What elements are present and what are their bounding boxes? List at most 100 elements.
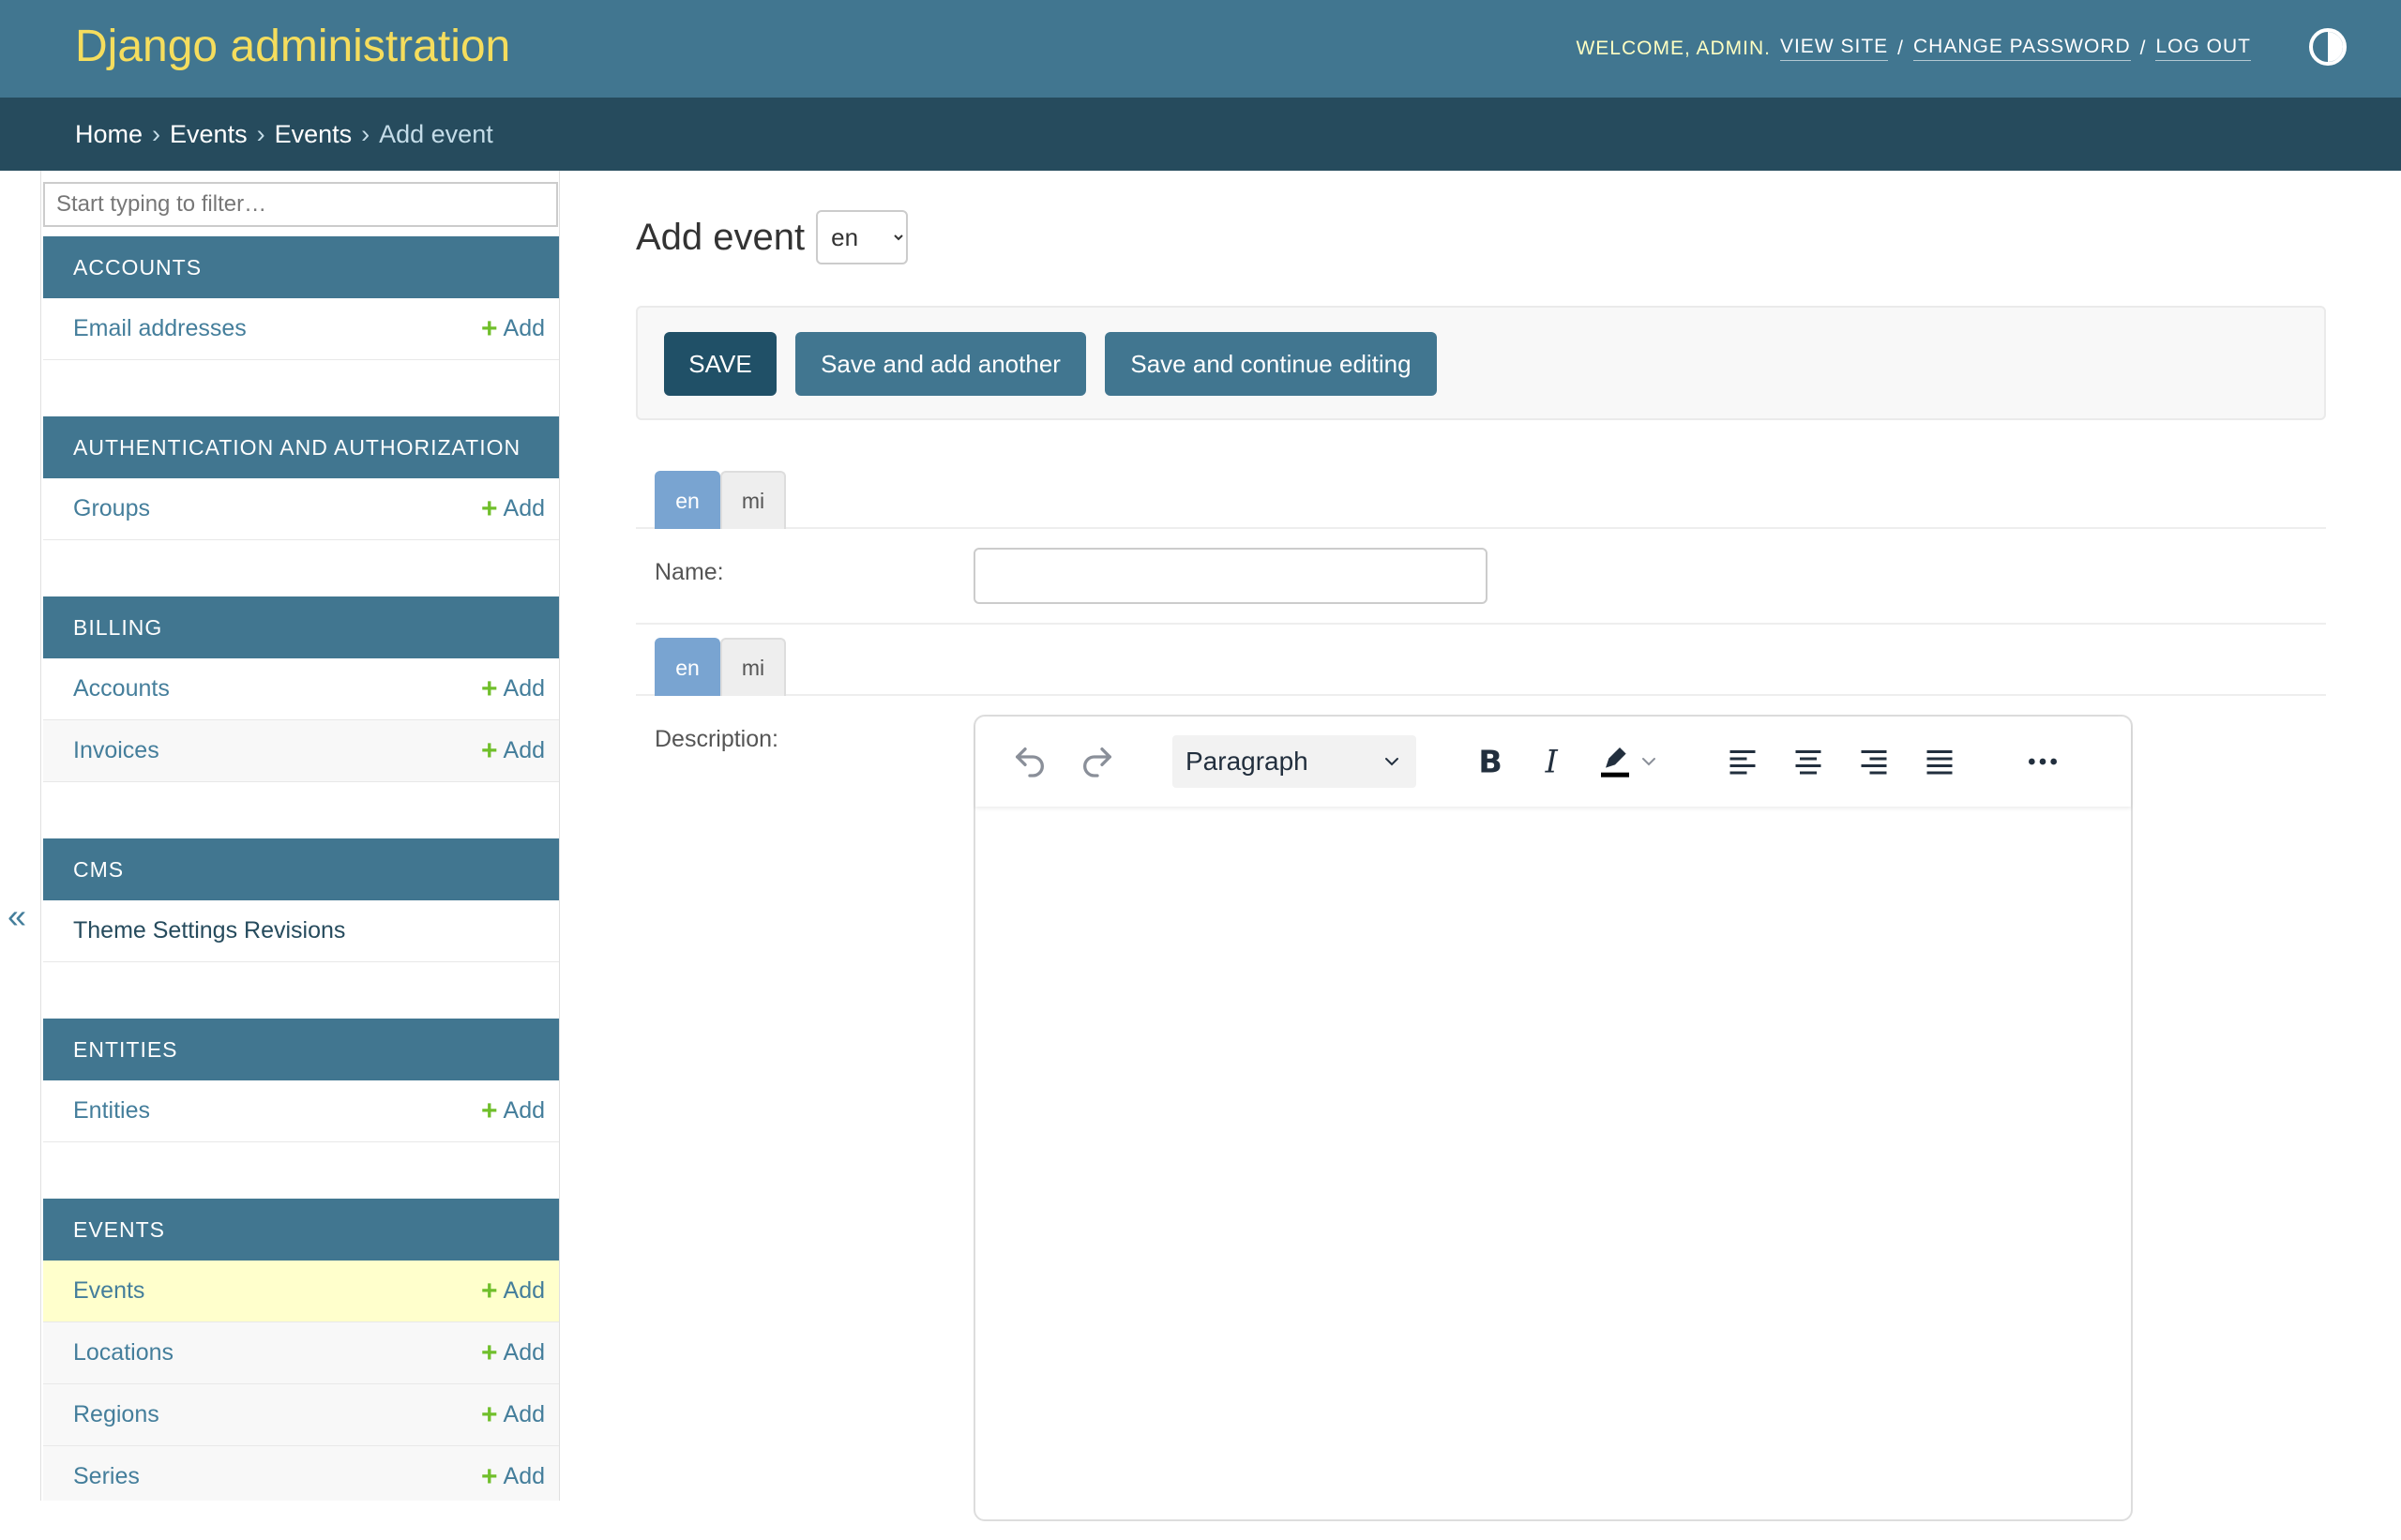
collapse-icon: « xyxy=(8,897,27,935)
module-caption[interactable]: ACCOUNTS xyxy=(43,236,559,298)
align-right-icon[interactable] xyxy=(1848,735,1900,788)
language-select[interactable]: en xyxy=(816,210,909,264)
sidebar-item-accounts[interactable]: Accounts + Add xyxy=(43,658,559,720)
add-link[interactable]: + Add xyxy=(480,312,545,344)
model-link[interactable]: Invoices xyxy=(73,737,159,764)
plus-icon: + xyxy=(480,312,498,344)
redo-icon[interactable] xyxy=(1071,735,1124,788)
model-link[interactable]: Entities xyxy=(73,1097,150,1125)
breadcrumb-current: Add event xyxy=(379,119,493,148)
tab-en[interactable]: en xyxy=(655,471,720,529)
tab-mi[interactable]: mi xyxy=(720,471,786,529)
more-options-icon[interactable] xyxy=(2016,735,2069,788)
breadcrumb-separator: › xyxy=(361,119,370,148)
tab-en[interactable]: en xyxy=(655,638,720,696)
theme-toggle-icon[interactable] xyxy=(2309,28,2347,66)
title-row: Add event en xyxy=(636,210,909,264)
add-link[interactable]: + Add xyxy=(481,736,545,765)
add-link[interactable]: + Add xyxy=(480,1398,545,1430)
toggle-nav-sidebar-button[interactable]: « xyxy=(0,171,41,1501)
header: Django administration Welcome, admin. Vi… xyxy=(0,0,2401,98)
module-caption[interactable]: ENTITIES xyxy=(43,1019,559,1080)
svg-text:I: I xyxy=(1545,744,1559,780)
undo-icon[interactable] xyxy=(1004,735,1056,788)
plus-icon: + xyxy=(480,1460,498,1492)
model-link[interactable]: Regions xyxy=(73,1401,159,1428)
description-language-tabs: en mi xyxy=(636,638,2326,696)
breadcrumb: Home › Events › Events › Add event xyxy=(0,98,2401,171)
chevron-down-icon[interactable] xyxy=(1632,735,1666,788)
module-auth: AUTHENTICATION AND AUTHORIZATION Groups … xyxy=(43,416,559,540)
submit-row: Save Save and add another Save and conti… xyxy=(636,306,2326,420)
bold-icon[interactable]: B xyxy=(1463,735,1516,788)
module-caption[interactable]: CMS xyxy=(43,838,559,900)
italic-icon[interactable]: I xyxy=(1527,735,1579,788)
sidebar-item-groups[interactable]: Groups + Add xyxy=(43,478,559,540)
plus-icon: + xyxy=(480,1095,498,1126)
name-input[interactable] xyxy=(974,548,1487,604)
module-events: EVENTS Events + Add Locations + Add Region… xyxy=(43,1199,559,1501)
sidebar-item-entities[interactable]: Entities + Add xyxy=(43,1080,559,1142)
sidebar-item-events[interactable]: Events + Add xyxy=(43,1261,559,1322)
save-and-continue-button[interactable]: Save and continue editing xyxy=(1105,332,1437,396)
chevron-down-icon xyxy=(1385,758,1398,766)
module-entities: ENTITIES Entities + Add xyxy=(43,1019,559,1142)
separator: / xyxy=(1897,37,1904,59)
save-button[interactable]: Save xyxy=(664,332,777,396)
breadcrumb-events-app[interactable]: Events xyxy=(170,120,248,149)
nav-sidebar: ACCOUNTS Email addresses +Add AUTHENTICA… xyxy=(41,171,560,1501)
add-link[interactable]: + Add xyxy=(481,494,545,523)
description-label: Description: xyxy=(655,726,778,752)
sidebar-item-email-addresses[interactable]: Email addresses + Add xyxy=(43,298,559,360)
separator: / xyxy=(2139,37,2147,59)
site-branding[interactable]: Django administration xyxy=(75,21,510,72)
breadcrumb-separator: › xyxy=(256,119,265,148)
page-title: Add event xyxy=(636,216,806,258)
name-language-tabs: en mi xyxy=(636,471,2326,529)
nav-filter-input[interactable] xyxy=(43,182,558,227)
module-caption[interactable]: AUTHENTICATION AND AUTHORIZATION xyxy=(43,416,559,478)
name-label: Name: xyxy=(655,559,724,585)
block-format-label: Paragraph xyxy=(1185,747,1308,776)
model-link[interactable]: Theme Settings Revisions xyxy=(73,917,345,944)
sidebar-item-locations[interactable]: Locations + Add xyxy=(43,1322,559,1384)
user-tools: Welcome, admin. View site / Change passw… xyxy=(1576,36,2251,61)
model-link[interactable]: Locations xyxy=(73,1339,174,1366)
plus-icon: + xyxy=(480,672,498,704)
name-field-row: Name: xyxy=(636,529,2326,625)
save-and-add-another-button[interactable]: Save and add another xyxy=(795,332,1086,396)
model-link[interactable]: Email addresses xyxy=(73,315,247,342)
editor-content-area[interactable] xyxy=(975,807,2131,1519)
change-password-link[interactable]: Change password xyxy=(1913,36,2131,61)
sidebar-item-theme-settings-revisions[interactable]: Theme Settings Revisions xyxy=(43,900,559,962)
svg-text:B: B xyxy=(1478,744,1502,780)
breadcrumb-home[interactable]: Home xyxy=(75,120,143,149)
module-cms: CMS Theme Settings Revisions xyxy=(43,838,559,962)
log-out-link[interactable]: Log out xyxy=(2155,36,2251,61)
model-link[interactable]: Series xyxy=(73,1463,140,1490)
model-link[interactable]: Events xyxy=(73,1277,144,1305)
align-center-icon[interactable] xyxy=(1782,735,1835,788)
align-left-icon[interactable] xyxy=(1716,735,1769,788)
model-link[interactable]: Accounts xyxy=(73,675,170,702)
plus-icon: + xyxy=(480,1275,498,1306)
plus-icon: + xyxy=(480,1398,498,1430)
tab-mi[interactable]: mi xyxy=(720,638,786,696)
add-link[interactable]: + Add xyxy=(481,1338,545,1367)
module-caption[interactable]: BILLING xyxy=(43,596,559,658)
add-link[interactable]: + Add xyxy=(480,1095,545,1126)
add-link[interactable]: + Add xyxy=(480,1460,545,1492)
breadcrumb-events-model[interactable]: Events xyxy=(275,120,353,149)
block-format-dropdown[interactable]: Paragraph xyxy=(1172,735,1416,788)
module-accounts: ACCOUNTS Email addresses + Add xyxy=(43,236,559,360)
add-link[interactable]: + Add xyxy=(480,1275,545,1306)
sidebar-item-series[interactable]: Series + Add xyxy=(43,1446,559,1501)
view-site-link[interactable]: View site xyxy=(1779,36,1889,61)
model-link[interactable]: Groups xyxy=(73,495,150,522)
module-billing: BILLING Accounts + Add Invoices + Add xyxy=(43,596,559,782)
sidebar-item-regions[interactable]: Regions + Add xyxy=(43,1384,559,1446)
add-link[interactable]: + Add xyxy=(480,672,545,704)
module-caption[interactable]: EVENTS xyxy=(43,1199,559,1261)
align-justify-icon[interactable] xyxy=(1913,735,1966,788)
sidebar-item-invoices[interactable]: Invoices + Add xyxy=(43,720,559,782)
